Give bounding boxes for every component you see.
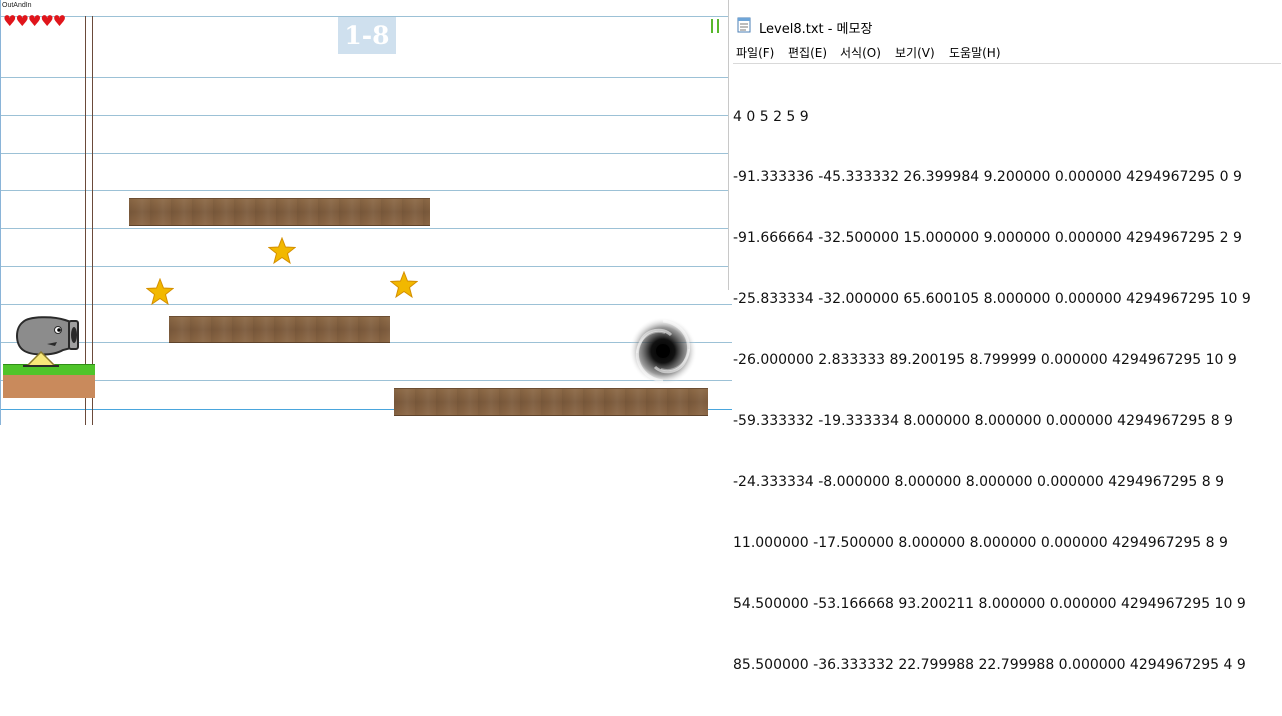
grid-line: [1, 115, 732, 116]
notepad-window: Level8.txt - 메모장 파일(F) 편집(E) 서식(O) 보기(V)…: [728, 0, 1282, 673]
text-line: -26.000000 2.833333 89.200195 8.799999 0…: [733, 352, 1237, 369]
text-line: -59.333332 -19.333334 8.000000 8.000000 …: [733, 413, 1233, 430]
text-line: 54.500000 -53.166668 93.200211 8.000000 …: [733, 595, 1246, 612]
text-line: 85.500000 -36.333332 22.799988 22.799988…: [733, 656, 1246, 673]
menu-format[interactable]: 서식(O): [840, 44, 881, 61]
wood-platform: [169, 316, 390, 343]
star-icon: [268, 237, 296, 265]
text-line: -25.833334 -32.000000 65.600105 8.000000…: [733, 291, 1251, 308]
text-line: -24.333334 -8.000000 8.000000 8.000000 0…: [733, 473, 1225, 490]
grid-line: [1, 77, 732, 78]
heart-icon: ♥♥♥♥♥: [3, 12, 66, 30]
grid-line: [1, 190, 732, 191]
grid-line: [1, 380, 732, 381]
window-title: OutAndIn: [2, 2, 32, 9]
window-title: Level8.txt - 메모장: [759, 22, 873, 37]
notepad-titlebar[interactable]: Level8.txt - 메모장: [729, 0, 1282, 38]
grid-line: [1, 228, 732, 229]
star-icon: [390, 271, 418, 299]
cannon-icon: [16, 316, 79, 367]
menu-view[interactable]: 보기(V): [895, 44, 935, 61]
menu-file[interactable]: 파일(F): [736, 44, 774, 61]
menu-edit[interactable]: 편집(E): [788, 44, 827, 61]
text-line: 4 0 5 2 5 9: [733, 108, 809, 125]
notepad-icon: [737, 17, 751, 33]
menu-bar: 파일(F) 편집(E) 서식(O) 보기(V) 도움말(H): [729, 40, 1282, 62]
grid-line: [1, 153, 732, 154]
level-badge: 1-8: [338, 17, 396, 54]
edge-marker-icon: [711, 19, 719, 33]
text-line: -91.333336 -45.333332 26.399984 9.200000…: [733, 169, 1242, 186]
wood-platform: [394, 388, 708, 416]
text-line: -91.666664 -32.500000 15.000000 9.000000…: [733, 230, 1242, 247]
grid-line: [1, 266, 732, 267]
text-editor-area[interactable]: 4 0 5 2 5 9 -91.333336 -45.333332 26.399…: [733, 63, 1281, 673]
game-window: OutAndIn ♥♥♥♥♥ 1-8: [0, 0, 732, 425]
vortex-icon: [629, 317, 697, 385]
menu-help[interactable]: 도움말(H): [949, 44, 1001, 61]
star-icon: [146, 278, 174, 306]
text-line: 11.000000 -17.500000 8.000000 8.000000 0…: [733, 534, 1228, 551]
wood-platform: [129, 198, 430, 226]
grid-line: [1, 304, 732, 305]
